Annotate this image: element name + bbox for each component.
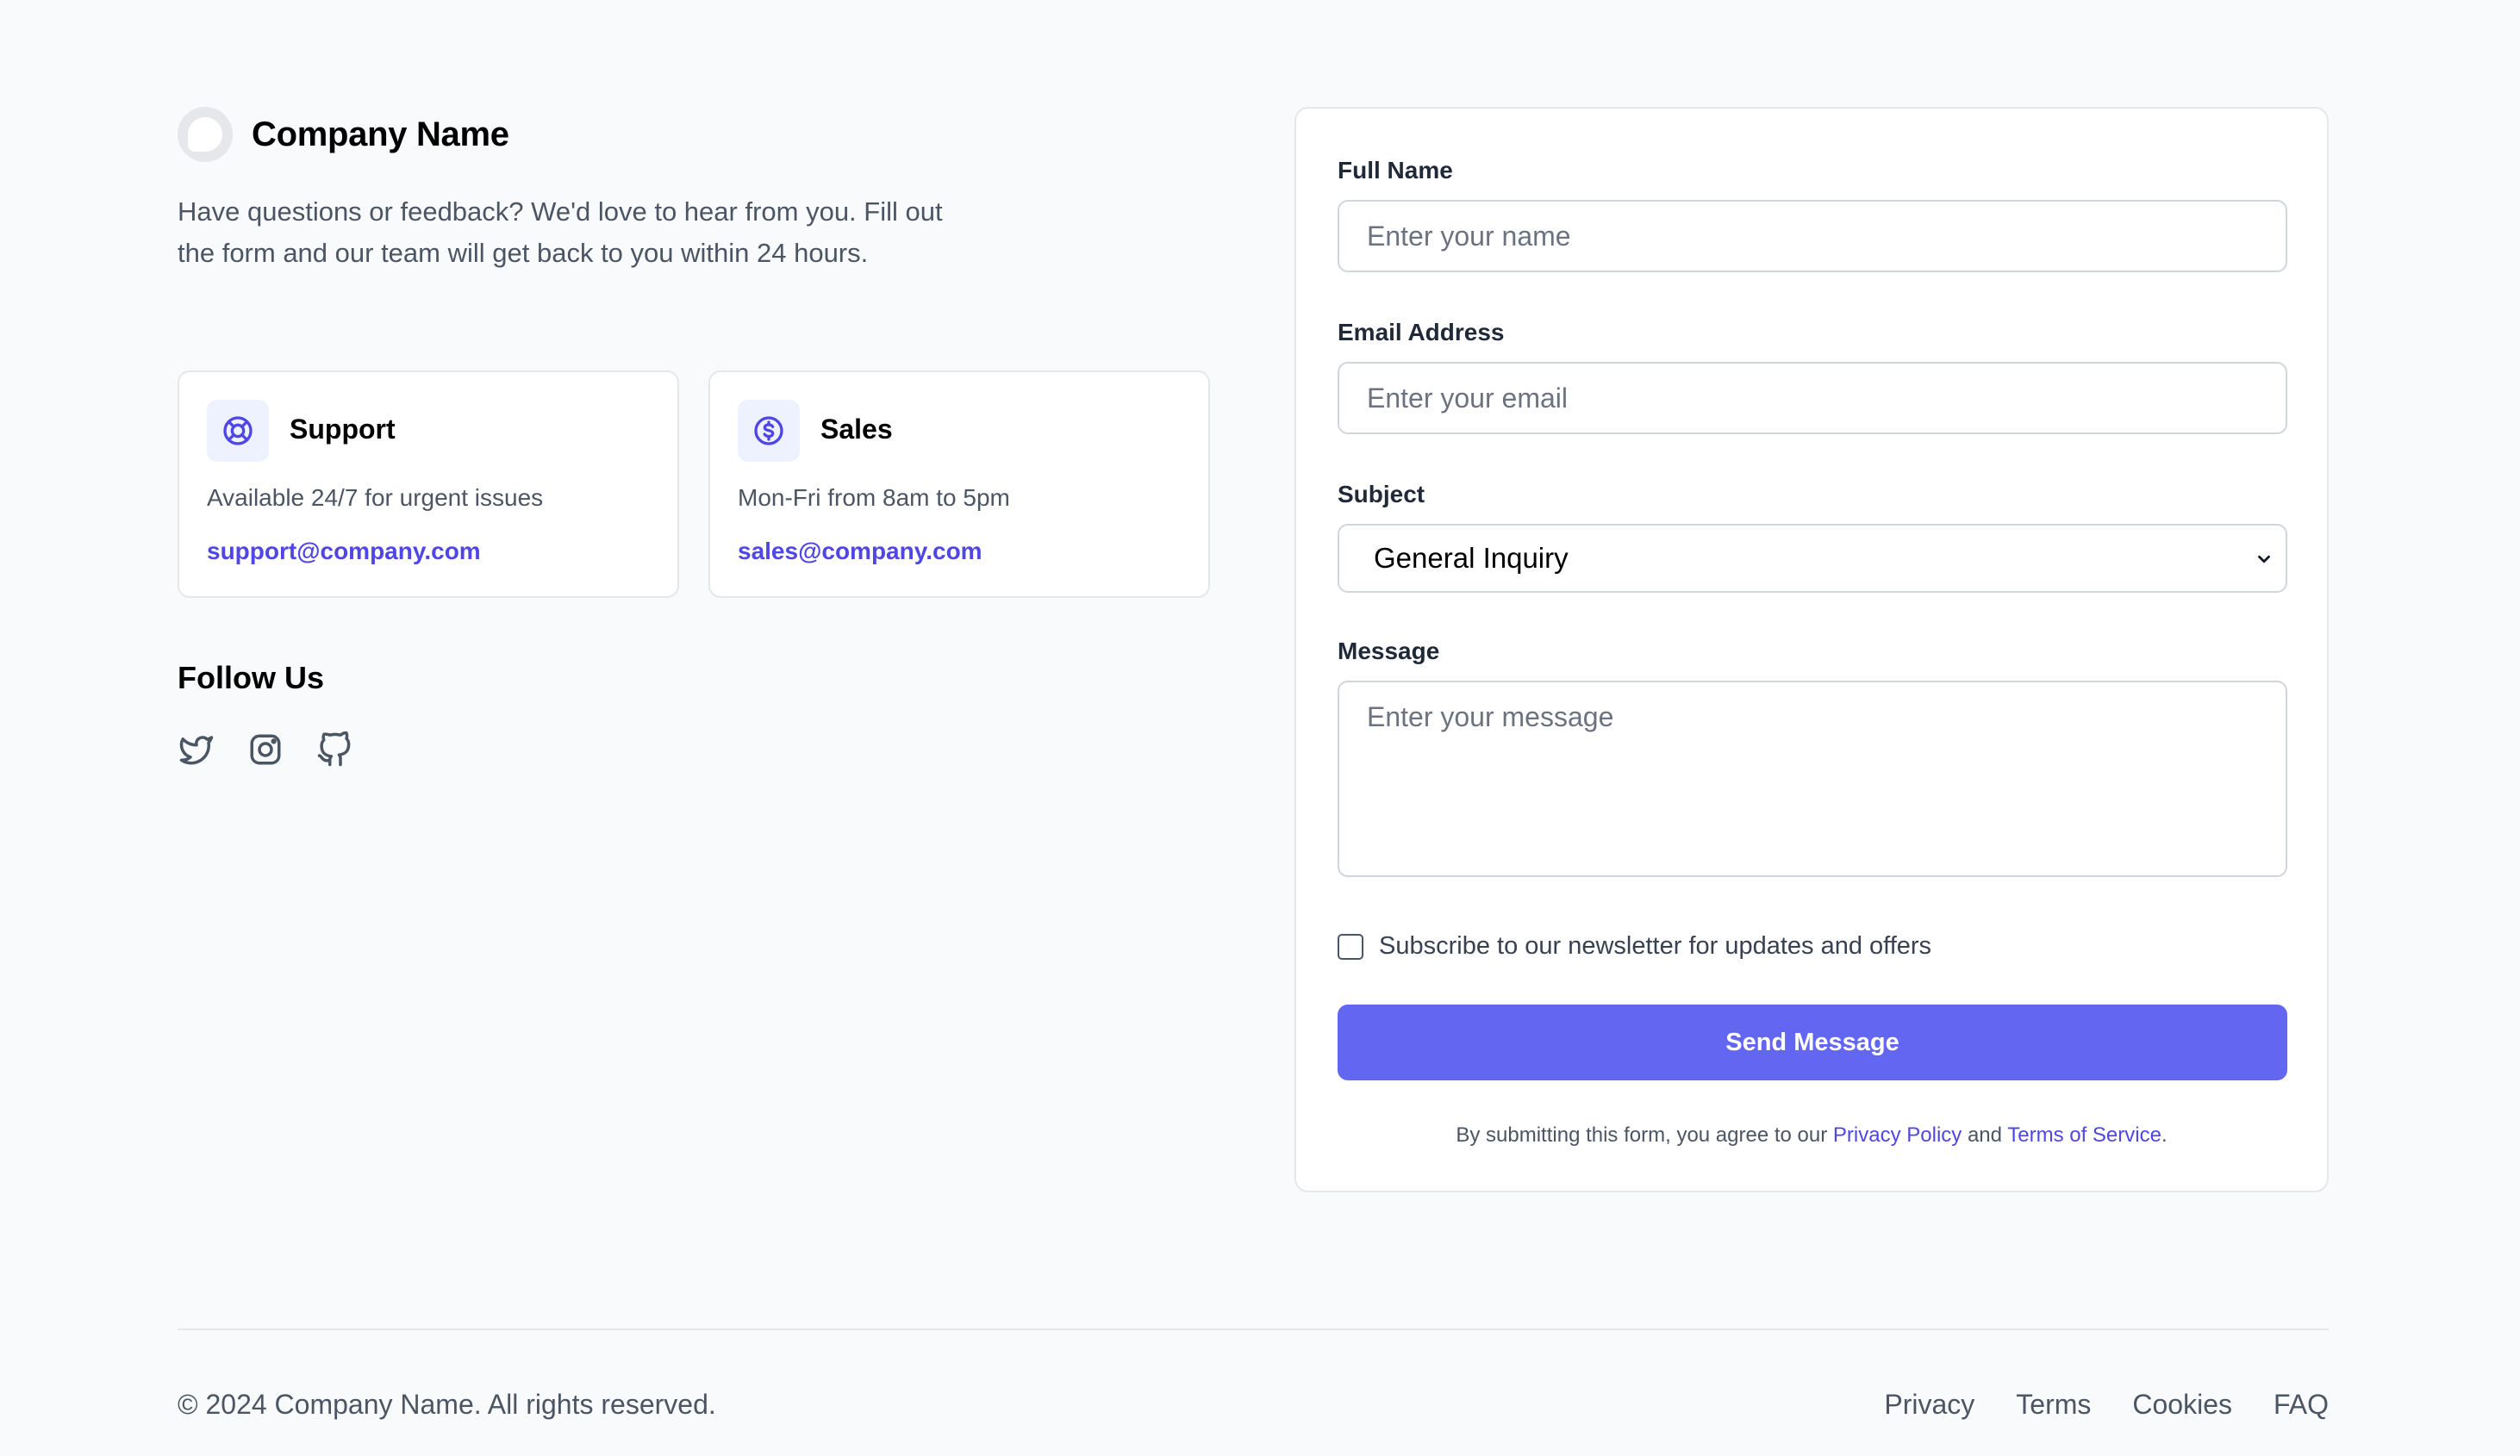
sales-email-link[interactable]: sales@company.com xyxy=(738,538,982,565)
support-title: Support xyxy=(290,414,396,445)
support-description: Available 24/7 for urgent issues xyxy=(207,484,544,511)
legal-and: and xyxy=(1967,1123,2002,1147)
brand: Company Name xyxy=(178,107,509,162)
follow-us-heading: Follow Us xyxy=(178,660,324,695)
instagram-icon[interactable] xyxy=(246,731,284,768)
copyright-text: © 2024 Company Name. All rights reserved… xyxy=(178,1389,716,1420)
message-label: Message xyxy=(1338,638,1440,664)
legal-prefix: By submitting this form, you agree to ou… xyxy=(1456,1123,1828,1147)
subject-selected-value: General Inquiry xyxy=(1374,542,1569,574)
footer-link-privacy[interactable]: Privacy xyxy=(1884,1389,1974,1421)
twitter-icon[interactable] xyxy=(178,731,215,768)
newsletter-checkbox[interactable] xyxy=(1338,933,1363,960)
support-card: Support Available 24/7 for urgent issues… xyxy=(178,370,679,598)
email-label: Email Address xyxy=(1338,319,1505,345)
footer-link-faq[interactable]: FAQ xyxy=(2274,1389,2329,1421)
footer-links: Privacy Terms Cookies FAQ xyxy=(1884,1389,2329,1421)
intro-text: Have questions or feedback? We'd love to… xyxy=(178,196,943,268)
sales-title: Sales xyxy=(820,414,893,445)
full-name-input[interactable] xyxy=(1338,200,2287,272)
lifebuoy-icon xyxy=(207,400,269,462)
terms-of-service-link[interactable]: Terms of Service xyxy=(2007,1123,2161,1147)
chevron-down-icon xyxy=(2255,550,2274,573)
send-message-button[interactable]: Send Message xyxy=(1338,1005,2287,1080)
dollar-circle-icon xyxy=(738,400,800,462)
legal-notice: By submitting this form, you agree to ou… xyxy=(1296,1123,2327,1148)
newsletter-label: Subscribe to our newsletter for updates … xyxy=(1379,932,1932,960)
privacy-policy-link[interactable]: Privacy Policy xyxy=(1833,1123,1962,1147)
newsletter-row: Subscribe to our newsletter for updates … xyxy=(1338,932,1931,961)
email-input[interactable] xyxy=(1338,362,2287,434)
company-logo-icon xyxy=(178,107,233,162)
company-name: Company Name xyxy=(252,115,509,153)
message-textarea[interactable] xyxy=(1338,681,2287,877)
social-links xyxy=(178,731,353,768)
footer-divider xyxy=(178,1328,2329,1330)
sales-card: Sales Mon-Fri from 8am to 5pm sales@comp… xyxy=(708,370,1210,598)
full-name-label: Full Name xyxy=(1338,157,1453,184)
footer-link-cookies[interactable]: Cookies xyxy=(2132,1389,2232,1421)
sales-description: Mon-Fri from 8am to 5pm xyxy=(738,484,1010,511)
subject-select[interactable]: General Inquiry xyxy=(1338,524,2287,593)
subject-label: Subject xyxy=(1338,481,1425,507)
contact-form-panel: Full Name Email Address Subject General … xyxy=(1294,107,2329,1192)
footer-link-terms[interactable]: Terms xyxy=(2016,1389,2091,1421)
legal-suffix: . xyxy=(2161,1123,2168,1147)
github-icon[interactable] xyxy=(315,731,353,768)
support-email-link[interactable]: support@company.com xyxy=(207,538,481,565)
